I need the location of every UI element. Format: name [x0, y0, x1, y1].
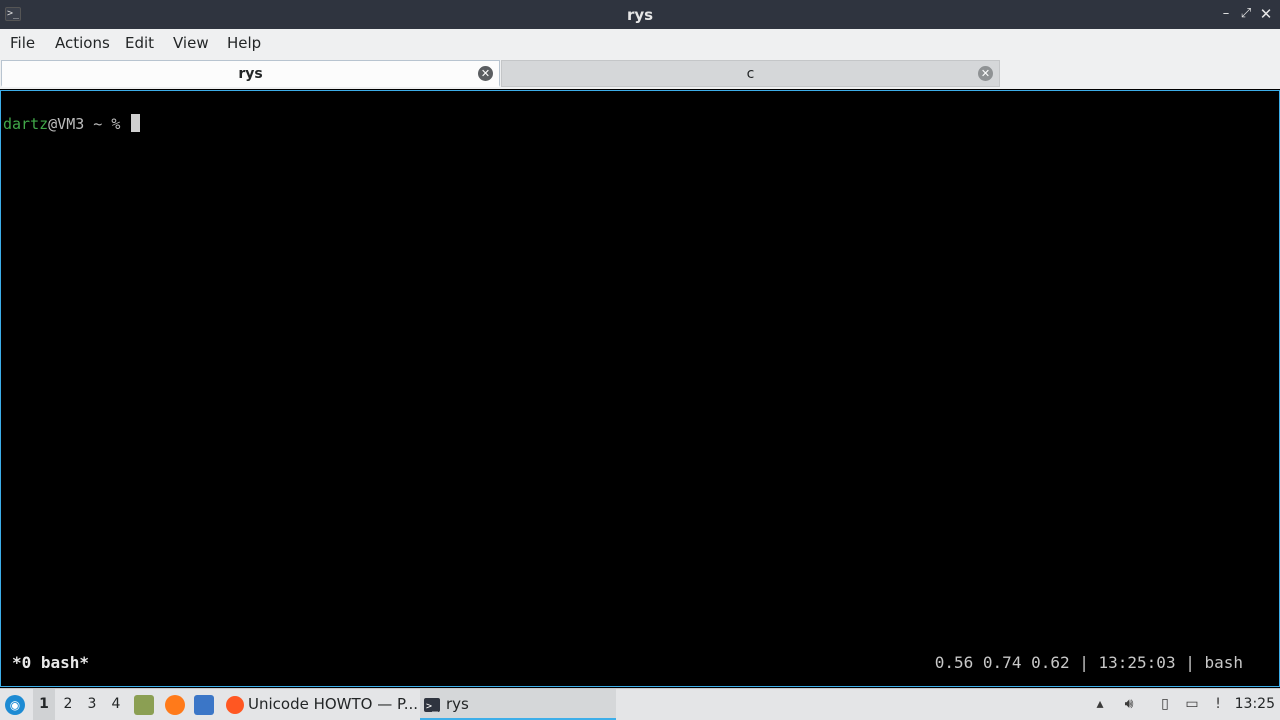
- menu-view[interactable]: View: [173, 34, 209, 52]
- tab-label: rys: [238, 66, 263, 82]
- terminal-icon: >_: [424, 698, 440, 712]
- file-manager-icon[interactable]: [134, 695, 154, 715]
- prompt-host: @VM3 ~ %: [48, 115, 130, 133]
- task-label: Unicode HOWTO — P...: [248, 695, 419, 713]
- clock[interactable]: 13:25: [1235, 689, 1275, 720]
- clipboard-icon[interactable]: ▯: [1156, 695, 1174, 713]
- workspace-3[interactable]: 3: [81, 689, 103, 720]
- show-desktop-icon[interactable]: [194, 695, 214, 715]
- taskbar: ◉ 1 2 3 4 Unicode HOWTO — P... >_ rys ▴ …: [0, 688, 1280, 720]
- network-icon[interactable]: ▭: [1183, 695, 1201, 713]
- firefox-launcher-icon[interactable]: [165, 695, 185, 715]
- terminal-area[interactable]: dartz@VM3 ~ % *0 bash* 0.56 0.74 0.62 | …: [0, 90, 1280, 687]
- tmux-status-line: *0 bash* 0.56 0.74 0.62 | 13:25:03 | bas…: [1, 651, 1279, 675]
- menu-file[interactable]: File: [10, 34, 35, 52]
- shell-prompt: dartz@VM3 ~ %: [3, 114, 141, 133]
- prompt-user: dartz: [3, 115, 49, 133]
- window-title: rys: [626, 6, 654, 24]
- close-tab-icon[interactable]: ✕: [978, 66, 993, 81]
- workspace-1[interactable]: 1: [33, 689, 55, 720]
- status-window-list: *0 bash*: [12, 653, 90, 672]
- maximize-icon[interactable]: ⤢: [1238, 6, 1254, 22]
- status-info: 0.56 0.74 0.62 | 13:25:03 | bash: [934, 653, 1243, 672]
- menu-edit[interactable]: Edit: [125, 34, 154, 52]
- close-icon[interactable]: ✕: [1258, 6, 1274, 22]
- notification-icon[interactable]: !: [1209, 695, 1227, 713]
- tab-c[interactable]: c ✕: [501, 60, 1000, 87]
- tab-rys[interactable]: rys ✕: [1, 60, 500, 87]
- menu-actions[interactable]: Actions: [55, 34, 110, 52]
- workspace-4[interactable]: 4: [105, 689, 127, 720]
- start-menu-icon[interactable]: ◉: [5, 695, 25, 715]
- firefox-icon: [226, 696, 244, 714]
- minimize-icon[interactable]: –: [1218, 6, 1234, 22]
- task-firefox[interactable]: Unicode HOWTO — P...: [222, 689, 418, 720]
- tab-label: c: [746, 66, 755, 82]
- text-cursor: [131, 114, 141, 132]
- menu-bar: File Actions Edit View Help: [0, 29, 1280, 59]
- tray-expand-icon[interactable]: ▴: [1091, 695, 1109, 713]
- menu-help[interactable]: Help: [227, 34, 261, 52]
- window-titlebar: >_ rys – ⤢ ✕: [0, 0, 1280, 29]
- workspace-2[interactable]: 2: [57, 689, 79, 720]
- task-label: rys: [446, 695, 469, 713]
- volume-icon[interactable]: 🔊︎: [1120, 695, 1138, 713]
- close-tab-icon[interactable]: ✕: [478, 66, 493, 81]
- tab-bar: rys ✕ c ✕: [0, 58, 1280, 89]
- task-terminal[interactable]: >_ rys: [420, 689, 616, 720]
